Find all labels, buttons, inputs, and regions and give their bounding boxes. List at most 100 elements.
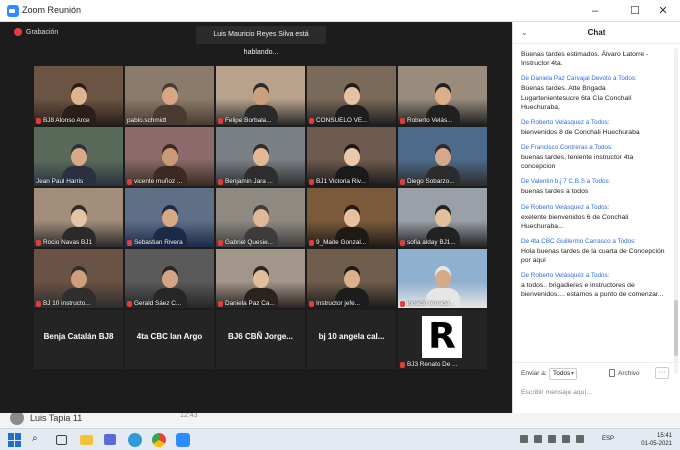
mic-muted-icon (309, 300, 314, 307)
participant-name-label: BJ8 Alonso Arce (36, 117, 121, 124)
mic-muted-icon (309, 117, 314, 124)
participant-tile[interactable]: CONSUELO VE... (307, 66, 396, 125)
participant-name-label: ignacio ferrada... (400, 300, 485, 307)
participant-name-label: Roberto Velás... (400, 117, 485, 124)
file-button[interactable]: Archivo (609, 369, 640, 377)
participant-tile[interactable]: pablo.schmidt (125, 66, 214, 125)
recording-indicator: Grabación (14, 28, 58, 36)
search-icon[interactable]: ⌕ (32, 433, 46, 447)
participant-tile[interactable]: Gabriel Quesie... (216, 188, 305, 247)
windows-start-icon[interactable] (8, 433, 22, 447)
participant-name-label: CONSUELO VE... (309, 117, 394, 124)
mic-muted-icon (218, 239, 223, 246)
maximize-button[interactable]: ☐ (626, 3, 644, 19)
chat-sender[interactable]: De 4ta CBC Guillermo Carrasco a Todos: (521, 238, 665, 245)
participant-name: Jean Paul Harris (36, 178, 84, 185)
participant-name: Daniela Paz Ca... (225, 300, 275, 307)
participant-tile[interactable]: BJ 10 instructo... (34, 249, 123, 308)
participant-tile[interactable]: vicente muñoz ... (125, 127, 214, 186)
zoom-camera-icon (7, 5, 19, 17)
participant-tile[interactable]: Sebastian Rivera (125, 188, 214, 247)
participant-tile[interactable]: Benjamin Jara ... (216, 127, 305, 186)
participant-name-label: BJ3 Renato De ... (400, 361, 485, 368)
chat-message: Buenas tardes estimados. Álvaro Latorre … (521, 50, 665, 68)
chat-sender[interactable]: De Daniela Paz Carvajal Devoto a Todos: (521, 75, 665, 82)
zoom-taskbar-icon[interactable] (176, 433, 190, 447)
participant-name-label: Rocio Navas BJ1 (36, 239, 121, 246)
edge-icon[interactable] (128, 433, 142, 447)
chrome-icon[interactable] (152, 433, 166, 447)
chat-message-text: bienvenidos 8 de Conchali Huechuraba (521, 128, 640, 136)
close-button[interactable]: ✕ (654, 3, 672, 19)
participant-tile[interactable]: Benja Catalán BJ8 (34, 310, 123, 369)
minimize-button[interactable]: – (586, 3, 604, 19)
mic-muted-icon (127, 239, 132, 246)
active-speaker-banner: Luis Mauricio Reyes Silva está hablando.… (196, 26, 326, 56)
chat-message-text: a todos.. brigadieres e instructores de … (521, 282, 664, 299)
participant-tile[interactable]: Diego Sobarzo... (398, 127, 487, 186)
participant-name-label: Jean Paul Harris (36, 178, 121, 185)
chat-message: De Daniela Paz Carvajal Devoto a Todos: B… (521, 75, 665, 112)
participant-tile[interactable]: Felipe Borbala... (216, 66, 305, 125)
participant-tile[interactable]: Instructor jefe... (307, 249, 396, 308)
participant-display-name: 4ta CBC Ian Argo (136, 332, 203, 341)
send-to-dropdown[interactable]: Todos (549, 368, 577, 380)
participant-name-label: Instructor jefe... (309, 300, 394, 307)
chat-messages[interactable]: Buenas tardes estimados. Álvaro Latorre … (513, 46, 673, 376)
mic-muted-icon (218, 117, 223, 124)
chat-message-text: Buenas tardes estimados. Álvaro Latorre … (521, 51, 649, 68)
file-explorer-icon[interactable] (80, 435, 93, 445)
chat-sender[interactable]: De Roberto Velásquez a Todos: (521, 204, 665, 211)
chat-message-text: exelente bienvenidos 6 de Conchali Huech… (521, 213, 629, 230)
clock[interactable]: 15:41 01-05-2021 (641, 432, 672, 448)
chevron-down-icon[interactable]: ⌄ (521, 22, 528, 44)
participant-tile[interactable]: Daniela Paz Ca... (216, 249, 305, 308)
mic-muted-icon (400, 239, 405, 246)
participant-tile[interactable]: BJ1 Victoria Riv... (307, 127, 396, 186)
clock-time: 15:41 (656, 433, 672, 439)
chat-message-input[interactable]: Escribir mensaje aquí... (521, 389, 592, 396)
participant-name-label: Gerald Sáez C... (127, 300, 212, 307)
participant-tile[interactable]: BJ6 CBÑ Jorge... (216, 310, 305, 369)
participant-tile[interactable]: R BJ3 Renato De ... (398, 310, 487, 369)
participant-tile[interactable]: Gerald Sáez C... (125, 249, 214, 308)
scrollbar-thumb[interactable] (674, 300, 678, 356)
store-icon[interactable] (104, 434, 116, 445)
chat-sender[interactable]: De Valentin b.j 7 C.B.S a Todos: (521, 178, 665, 185)
chat-scrollbar[interactable] (674, 48, 678, 374)
participant-tile[interactable]: ignacio ferrada... (398, 249, 487, 308)
participant-tile[interactable]: Rocio Navas BJ1 (34, 188, 123, 247)
participant-name-label: BJ 10 instructo... (36, 300, 121, 307)
participant-tile[interactable]: Roberto Velás... (398, 66, 487, 125)
participant-tile[interactable]: BJ8 Alonso Arce (34, 66, 123, 125)
participant-name: Diego Sobarzo... (407, 178, 455, 185)
file-icon (609, 369, 615, 377)
chat-sender[interactable]: De Francisco Contreras a Todos: (521, 144, 665, 151)
participant-name-label: vicente muñoz ... (127, 178, 212, 185)
chat-message-text: Hola buenas tardes de la cuarta de Conce… (521, 247, 665, 265)
participant-tile[interactable]: bj 10 angela cal... (307, 310, 396, 369)
clock-date: 01-05-2021 (641, 441, 672, 447)
zoom-window: Zoom Reunión – ☐ ✕ Grabación Luis Mauric… (0, 0, 680, 413)
mic-muted-icon (36, 300, 41, 307)
mic-muted-icon (400, 178, 405, 185)
mic-muted-icon (309, 178, 314, 185)
chat-panel: ⌄ Chat Buenas tardes estimados. Álvaro L… (512, 22, 680, 413)
participant-name: Felipe Borbala... (225, 117, 272, 124)
participant-tile[interactable]: 4ta CBC Ian Argo (125, 310, 214, 369)
language-indicator[interactable]: ESP (602, 436, 614, 442)
more-options-button[interactable]: ··· (655, 367, 669, 379)
task-view-icon[interactable] (56, 435, 67, 445)
chat-sender[interactable]: De Roberto Velásquez a Todos: (521, 119, 665, 126)
chat-sender[interactable]: De Roberto Velásquez a Todos: (521, 272, 665, 279)
chat-message-text: Buenas tardes. Atte Brigada Lugartenient… (521, 85, 632, 111)
participant-tile[interactable]: sofia alday BJ1... (398, 188, 487, 247)
participant-name-label: sofia alday BJ1... (400, 239, 485, 246)
participant-name: Instructor jefe... (316, 300, 361, 307)
participant-tile[interactable]: 9_Maite Gonzal... (307, 188, 396, 247)
background-number: 12:43 (180, 412, 198, 419)
participant-name: Rocio Navas BJ1 (43, 239, 93, 246)
participant-tile[interactable]: Jean Paul Harris (34, 127, 123, 186)
participant-name: BJ3 Renato De ... (407, 361, 458, 368)
participant-name-label: BJ1 Victoria Riv... (309, 178, 394, 185)
